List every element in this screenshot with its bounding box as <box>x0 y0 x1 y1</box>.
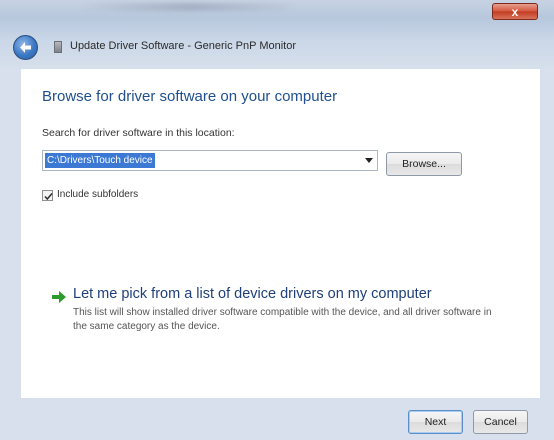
search-path-combobox[interactable]: C:\Drivers\Touch device <box>42 150 378 171</box>
checkmark-icon <box>44 193 53 201</box>
pick-driver-link[interactable]: Let me pick from a list of device driver… <box>73 286 432 302</box>
page-heading: Browse for driver software on your compu… <box>42 88 338 105</box>
content-panel <box>21 69 540 398</box>
include-subfolders-checkbox[interactable] <box>42 190 53 201</box>
include-subfolders-label[interactable]: Include subfolders <box>57 189 138 200</box>
close-button[interactable]: x <box>492 3 538 20</box>
pick-driver-description: This list will show installed driver sof… <box>73 307 492 332</box>
title-bar[interactable]: x <box>0 0 554 20</box>
search-location-label: Search for driver software in this locat… <box>42 127 235 139</box>
title-bar-text-blurred <box>80 3 300 11</box>
cancel-button[interactable]: Cancel <box>473 410 528 434</box>
update-driver-window: x Update Driver Software - Generic PnP M… <box>0 0 554 440</box>
back-arrow-icon <box>20 42 31 53</box>
green-arrow-icon <box>52 291 66 303</box>
next-button[interactable]: Next <box>408 410 463 434</box>
device-icon <box>54 41 62 53</box>
browse-button[interactable]: Browse... <box>386 152 462 176</box>
search-path-value[interactable]: C:\Drivers\Touch device <box>45 153 155 168</box>
chevron-down-icon[interactable] <box>365 158 373 163</box>
back-button[interactable] <box>13 35 38 60</box>
wizard-title: Update Driver Software - Generic PnP Mon… <box>70 40 296 52</box>
